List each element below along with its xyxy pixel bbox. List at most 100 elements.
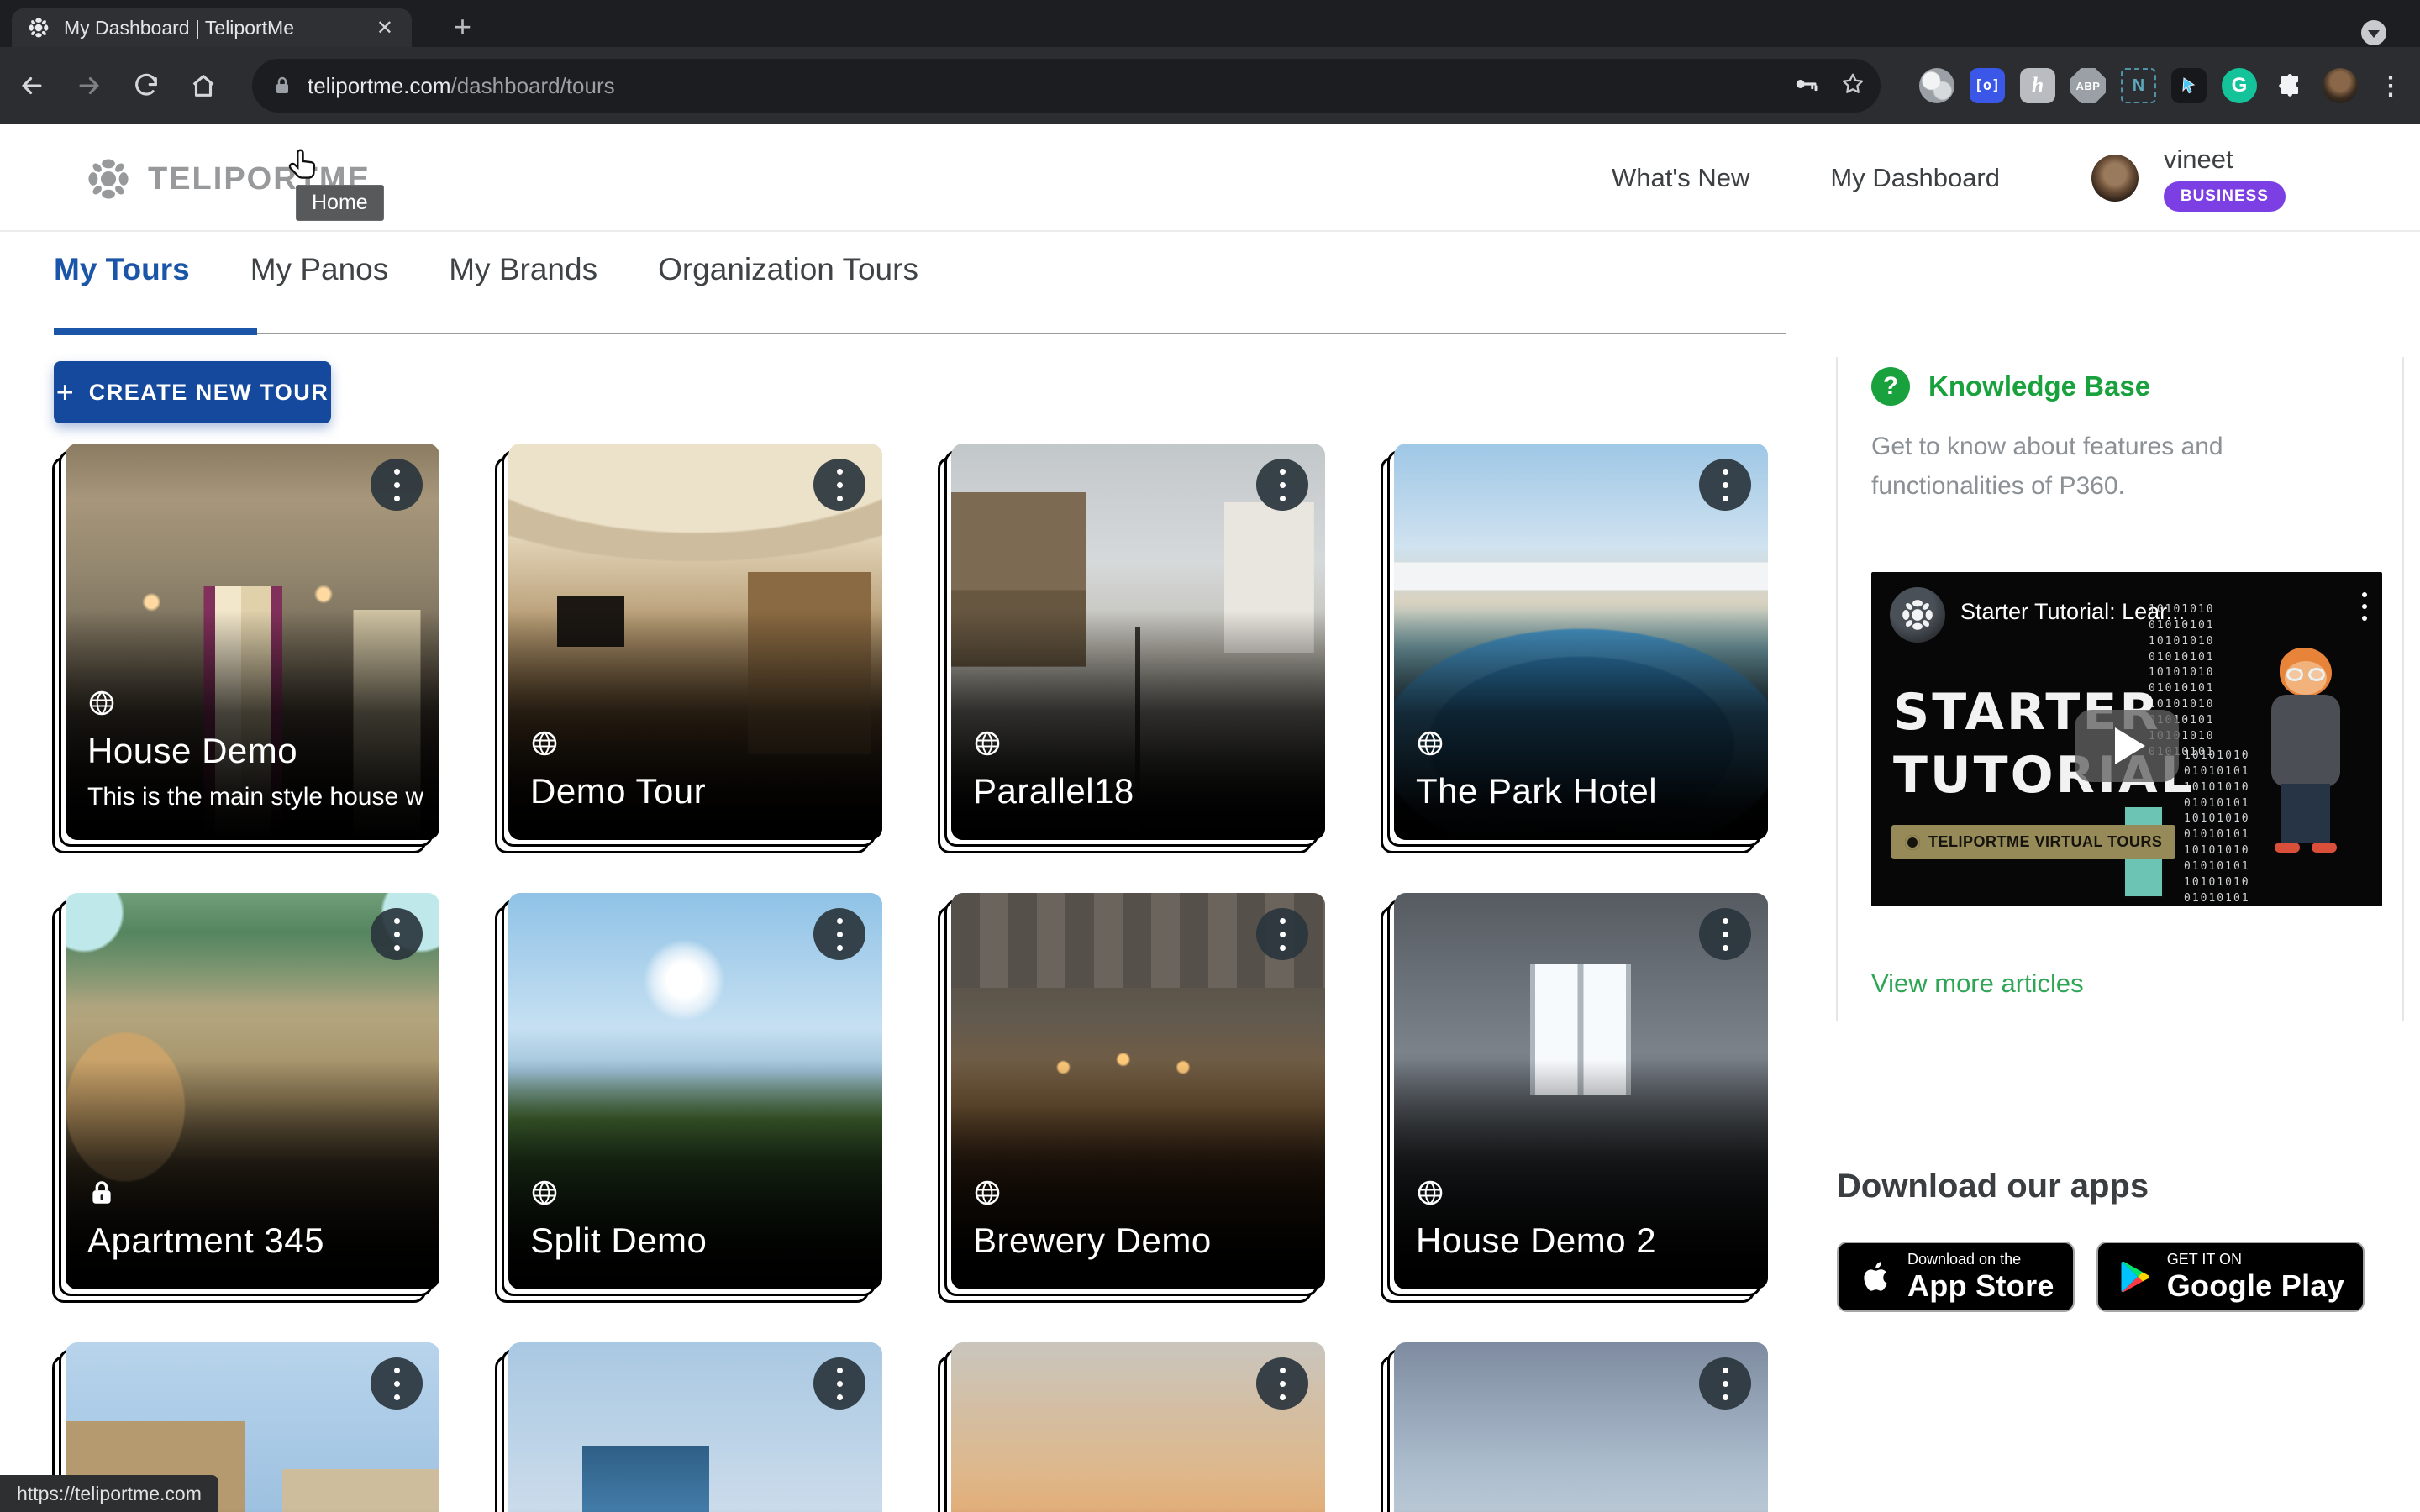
address-bar[interactable]: teliportme.com/dashboard/tours xyxy=(252,59,1881,113)
tour-menu-button[interactable] xyxy=(371,1357,423,1410)
browser-tab[interactable]: My Dashboard | TeliportMe ✕ xyxy=(12,8,412,47)
knowledge-base-title: Knowledge Base xyxy=(1928,370,2150,402)
extensions-puzzle-icon[interactable] xyxy=(2272,68,2307,103)
tab-my-brands[interactable]: My Brands xyxy=(449,252,597,318)
tour-card[interactable]: House Demo 2 xyxy=(1394,893,1768,1289)
tour-info: The Park Hotel xyxy=(1416,729,1751,811)
tour-title: House Demo xyxy=(87,731,423,771)
tour-menu-button[interactable] xyxy=(813,459,865,511)
question-mark-icon: ? xyxy=(1871,367,1910,406)
lock-icon xyxy=(272,76,292,96)
app-store-badge[interactable]: Download on the App Store xyxy=(1837,1242,2075,1312)
tour-card[interactable]: Parallel18 xyxy=(951,444,1325,840)
tour-menu-button[interactable] xyxy=(813,908,865,960)
browser-profile-avatar[interactable] xyxy=(2323,68,2358,103)
tab-my-panos[interactable]: My Panos xyxy=(250,252,389,318)
tour-card[interactable]: The Park Hotel xyxy=(1394,444,1768,840)
new-tab-button[interactable]: + xyxy=(454,8,471,45)
globe-icon xyxy=(973,1179,1002,1207)
video-character-illustration xyxy=(2260,648,2352,866)
url-text: teliportme.com/dashboard/tours xyxy=(308,73,615,99)
tour-menu-button[interactable] xyxy=(1699,1357,1751,1410)
tour-card[interactable]: Split Demo xyxy=(508,893,882,1289)
tour-info: Split Demo xyxy=(530,1179,865,1261)
globe-icon xyxy=(530,729,559,758)
tab-close-icon[interactable]: ✕ xyxy=(373,16,397,40)
tabs-divider xyxy=(54,333,1786,334)
tour-info: Apartment 345 xyxy=(87,1179,423,1261)
tour-title: Brewery Demo xyxy=(973,1221,1308,1261)
tab-search-button[interactable] xyxy=(2361,20,2386,45)
tour-title: Split Demo xyxy=(530,1221,865,1261)
apple-icon xyxy=(1857,1258,1894,1295)
url-path: /dashboard/tours xyxy=(451,73,615,98)
user-chip[interactable]: vineet BUSINESS xyxy=(2091,124,2286,232)
adblock-plus-extension-icon[interactable]: ABP xyxy=(2070,68,2106,103)
globe-icon xyxy=(1416,729,1444,758)
tour-card[interactable]: Brewery Demo xyxy=(951,893,1325,1289)
tour-info: Brewery Demo xyxy=(973,1179,1308,1261)
home-button[interactable] xyxy=(178,60,229,111)
google-play-badge[interactable]: GET IT ON Google Play xyxy=(2096,1242,2365,1312)
nav-my-dashboard[interactable]: My Dashboard xyxy=(1830,163,2000,193)
mini-globe-icon xyxy=(1905,835,1920,850)
teliportme-globe-icon xyxy=(84,155,133,203)
tour-menu-button[interactable] xyxy=(1699,908,1751,960)
honey-extension-icon[interactable]: h xyxy=(2020,68,2055,103)
tour-card[interactable] xyxy=(951,1342,1325,1512)
bookmark-star-icon[interactable] xyxy=(1840,71,1865,101)
tab-organization-tours[interactable]: Organization Tours xyxy=(658,252,918,318)
nimbus-capture-extension-icon[interactable]: N xyxy=(2121,68,2156,103)
password-key-icon[interactable] xyxy=(1793,71,1818,101)
tour-menu-button[interactable] xyxy=(371,459,423,511)
tutorial-video-embed[interactable]: Starter Tutorial: Lear... 10101010 01010… xyxy=(1871,572,2382,906)
tour-info: House Demo 2 xyxy=(1416,1179,1751,1261)
create-new-tour-button[interactable]: + CREATE NEW TOUR xyxy=(54,361,331,423)
tour-card[interactable] xyxy=(1394,1342,1768,1512)
tour-menu-button[interactable] xyxy=(813,1357,865,1410)
forward-button[interactable] xyxy=(64,60,114,111)
page-content: TELIPORTME Home What's New My Dashboard … xyxy=(0,124,2420,1512)
lock-icon xyxy=(87,1179,116,1207)
tour-title: The Park Hotel xyxy=(1416,771,1751,811)
google-play-icon xyxy=(2117,1258,2154,1295)
tour-menu-button[interactable] xyxy=(371,908,423,960)
browser-menu-kebab-icon[interactable]: ⋮ xyxy=(2373,68,2408,103)
video-menu-kebab-icon[interactable] xyxy=(2362,592,2367,621)
nav-whats-new[interactable]: What's New xyxy=(1612,163,1749,193)
tab-strip: My Dashboard | TeliportMe ✕ + xyxy=(0,0,2420,47)
video-channel-logo-icon xyxy=(1890,587,1945,643)
tour-card[interactable]: Demo Tour xyxy=(508,444,882,840)
reload-button[interactable] xyxy=(121,60,171,111)
video-brand-badge: TELIPORTME VIRTUAL TOURS xyxy=(1891,825,2175,859)
plus-icon: + xyxy=(56,375,74,410)
tour-menu-button[interactable] xyxy=(1256,459,1308,511)
tab-my-tours[interactable]: My Tours xyxy=(54,252,190,318)
tour-menu-button[interactable] xyxy=(1256,1357,1308,1410)
teliportme-favicon-icon xyxy=(27,16,50,39)
video-play-button[interactable] xyxy=(2075,710,2179,782)
globe-icon xyxy=(87,689,116,717)
tour-menu-button[interactable] xyxy=(1699,459,1751,511)
tour-info: House Demo This is the main style house … xyxy=(87,689,423,811)
user-name: vineet xyxy=(2164,144,2233,175)
tour-grid: House Demo This is the main style house … xyxy=(66,444,1768,1512)
knowledge-base-description: Get to know about features and functiona… xyxy=(1871,428,2359,506)
tour-card[interactable]: House Demo This is the main style house … xyxy=(66,444,439,840)
home-tooltip: Home xyxy=(296,185,384,221)
chevron-down-icon xyxy=(2368,30,2380,38)
obs-extension-icon[interactable]: [o] xyxy=(1970,68,2005,103)
grammarly-extension-icon[interactable]: G xyxy=(2222,68,2257,103)
user-avatar[interactable] xyxy=(2091,155,2139,202)
globe-icon xyxy=(530,1179,559,1207)
play-icon xyxy=(2115,727,2145,764)
tour-card[interactable] xyxy=(508,1342,882,1512)
site-header: TELIPORTME Home What's New My Dashboard … xyxy=(0,124,2420,232)
sessionbox-extension-icon[interactable] xyxy=(1919,68,1954,103)
tour-subtitle: This is the main style house we xyxy=(87,783,423,811)
back-button[interactable] xyxy=(7,60,57,111)
tour-card[interactable]: Apartment 345 xyxy=(66,893,439,1289)
cursor-extension-icon[interactable] xyxy=(2171,68,2207,103)
tour-menu-button[interactable] xyxy=(1256,908,1308,960)
view-more-articles-link[interactable]: View more articles xyxy=(1871,969,2084,999)
